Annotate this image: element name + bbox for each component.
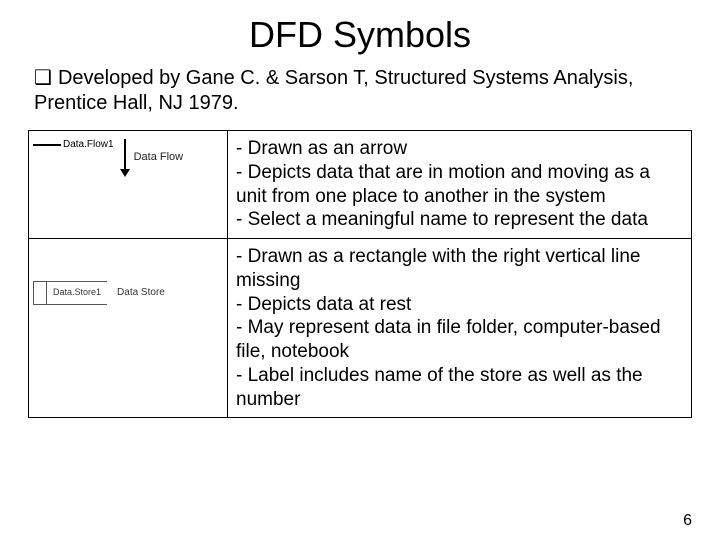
datastore-label: Data Store xyxy=(117,287,165,300)
table-row: Data.Store1 Data Store - Drawn as a rect… xyxy=(29,239,692,418)
intro-text: Developed by Gane C. & Sarson T, Structu… xyxy=(34,67,633,114)
description-cell: - Drawn as an arrow - Depicts data that … xyxy=(228,131,692,239)
diagram-cell-datastore: Data.Store1 Data Store xyxy=(29,239,228,418)
bullet-icon: ❑ xyxy=(34,67,52,89)
bullet-point: - Select a meaningful name to represent … xyxy=(236,208,683,232)
dataflow-label: Data Flow xyxy=(134,151,184,165)
bullet-point: - Label includes name of the store as we… xyxy=(236,364,683,412)
bullet-point: - Drawn as a rectangle with the right ve… xyxy=(236,245,683,293)
datastore-shape-text: Data.Store1 xyxy=(47,287,107,298)
description-cell: - Drawn as a rectangle with the right ve… xyxy=(228,239,692,418)
arrow-down-icon xyxy=(120,139,130,177)
bullet-point: - Depicts data at rest xyxy=(236,293,683,317)
bullet-point: - Drawn as an arrow xyxy=(236,137,683,161)
datastore-shape-icon: Data.Store1 xyxy=(33,281,107,305)
bullet-point: - May represent data in file folder, com… xyxy=(236,316,683,364)
slide-title: DFD Symbols xyxy=(28,14,692,56)
bullet-point: - Depicts data that are in motion and mo… xyxy=(236,161,683,209)
page-number: 6 xyxy=(683,512,692,530)
table-row: Data.Flow1 Data Flow - Drawn as an arrow… xyxy=(29,131,692,239)
dataflow-arrow-text: Data.Flow1 xyxy=(63,139,114,152)
intro-paragraph: ❑Developed by Gane C. & Sarson T, Struct… xyxy=(34,66,692,116)
diagram-cell-dataflow: Data.Flow1 Data Flow xyxy=(29,131,228,239)
dataflow-arrow-icon: Data.Flow1 xyxy=(33,139,114,152)
symbols-table: Data.Flow1 Data Flow - Drawn as an arrow… xyxy=(28,130,692,418)
